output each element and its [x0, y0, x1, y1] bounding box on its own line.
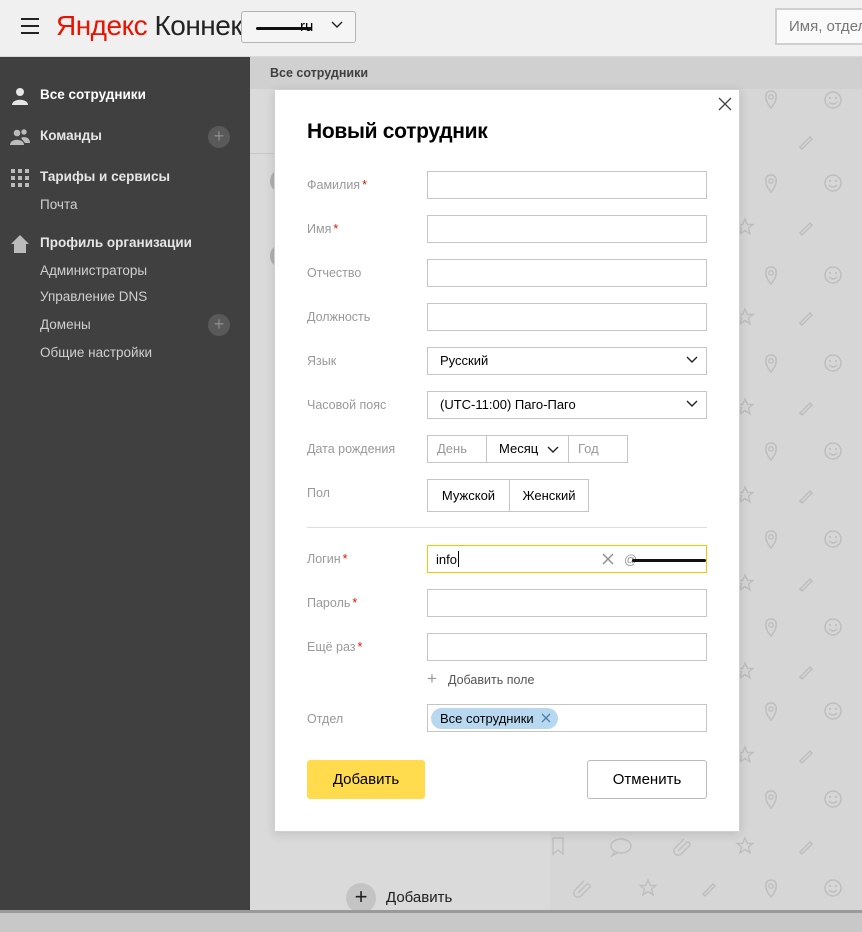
- timezone-select[interactable]: (UTC-11:00) Паго-Паго: [427, 391, 707, 419]
- birth-day-input[interactable]: День: [427, 435, 487, 463]
- language-select[interactable]: Русский: [427, 347, 707, 375]
- cancel-button[interactable]: Отменить: [587, 760, 707, 799]
- first-name-label: Имя *: [307, 222, 339, 236]
- department-chip: Все сотрудники: [431, 708, 558, 729]
- menu-icon[interactable]: [21, 18, 39, 36]
- gender-female-button[interactable]: Женский: [509, 479, 589, 512]
- add-team-button[interactable]: +: [208, 126, 230, 148]
- new-employee-dialog: Новый сотрудник Фамилия * Имя * Отчество Д…: [274, 89, 740, 832]
- sidebar-item-dns[interactable]: Управление DNS: [40, 289, 147, 304]
- sidebar-item-all-employees[interactable]: Все сотрудники: [0, 82, 250, 110]
- chevron-down-icon: [686, 400, 698, 407]
- person-icon: [12, 88, 28, 105]
- redaction-mark: [256, 27, 312, 30]
- middle-name-label: Отчество: [307, 266, 362, 280]
- sidebar-item-org-profile[interactable]: Профиль организации: [0, 230, 250, 258]
- sidebar-item-tariffs[interactable]: Тарифы и сервисы: [0, 164, 250, 192]
- position-input[interactable]: [427, 303, 707, 331]
- language-value: Русский: [440, 353, 489, 368]
- last-name-input[interactable]: [427, 171, 707, 199]
- dialog-title: Новый сотрудник: [307, 120, 488, 143]
- bottom-strip: [0, 910, 862, 932]
- login-label: Логин *: [307, 552, 348, 566]
- timezone-label: Часовой пояс: [307, 398, 387, 412]
- chevron-down-icon: [686, 356, 698, 363]
- add-domain-button[interactable]: +: [208, 314, 230, 336]
- logo[interactable]: Яндекс Коннект: [56, 10, 255, 42]
- sidebar-item-domains[interactable]: Домены: [40, 317, 91, 332]
- password-input[interactable]: [427, 589, 707, 617]
- text-caret: [458, 551, 459, 567]
- timezone-value: (UTC-11:00) Паго-Паго: [440, 397, 576, 412]
- sidebar-item-label: Профиль организации: [40, 235, 192, 250]
- birth-month-select[interactable]: Месяц: [486, 435, 569, 463]
- gender-male-button[interactable]: Мужской: [427, 479, 510, 512]
- sidebar-item-label: Тарифы и сервисы: [40, 169, 171, 184]
- top-header: Яндекс Коннект ru Имя, отдел: [0, 0, 862, 57]
- language-label: Язык: [307, 354, 337, 368]
- department-chip-label: Все сотрудники: [440, 711, 534, 726]
- password-label: Пароль *: [307, 596, 358, 610]
- sidebar-item-mail[interactable]: Почта: [40, 197, 78, 212]
- home-icon: [11, 235, 29, 253]
- last-name-label: Фамилия *: [307, 178, 367, 192]
- search-input[interactable]: Имя, отдел: [775, 8, 862, 45]
- sidebar: Все сотрудники Команды + Тарифы и сервис…: [0, 57, 250, 910]
- first-name-input[interactable]: [427, 215, 707, 243]
- organization-select[interactable]: ru: [241, 11, 356, 43]
- position-label: Должность: [307, 310, 371, 324]
- add-field-label: Добавить поле: [448, 673, 535, 687]
- password-repeat-label: Ещё раз *: [307, 640, 363, 654]
- middle-name-input[interactable]: [427, 259, 707, 287]
- logo-connect: Коннект: [154, 10, 255, 41]
- department-input[interactable]: Все сотрудники: [427, 704, 707, 732]
- chevron-down-icon: [547, 446, 559, 453]
- sidebar-item-admins[interactable]: Администраторы: [40, 263, 147, 278]
- password-repeat-input[interactable]: [427, 633, 707, 661]
- team-icon: [10, 129, 30, 145]
- close-icon[interactable]: [717, 96, 733, 112]
- grid-icon: [11, 169, 29, 187]
- redaction-mark: [632, 559, 706, 562]
- birth-month-value: Месяц: [499, 441, 539, 456]
- add-button[interactable]: Добавить: [307, 760, 425, 799]
- gender-label: Пол: [307, 486, 330, 500]
- remove-chip-icon[interactable]: [541, 713, 551, 723]
- sidebar-item-general[interactable]: Общие настройки: [40, 345, 152, 360]
- divider: [307, 527, 707, 528]
- clear-icon[interactable]: [602, 553, 614, 565]
- logo-yandex: Яндекс: [56, 10, 148, 41]
- chevron-down-icon: [331, 21, 343, 28]
- department-label: Отдел: [307, 712, 344, 726]
- sidebar-item-label: Команды: [40, 128, 102, 143]
- birth-date-label: Дата рождения: [307, 442, 396, 456]
- birth-year-input[interactable]: Год: [568, 435, 628, 463]
- sidebar-item-label: Все сотрудники: [40, 87, 146, 102]
- login-value: info: [436, 552, 457, 567]
- login-input[interactable]: info @: [427, 545, 707, 573]
- plus-icon: +: [427, 669, 437, 688]
